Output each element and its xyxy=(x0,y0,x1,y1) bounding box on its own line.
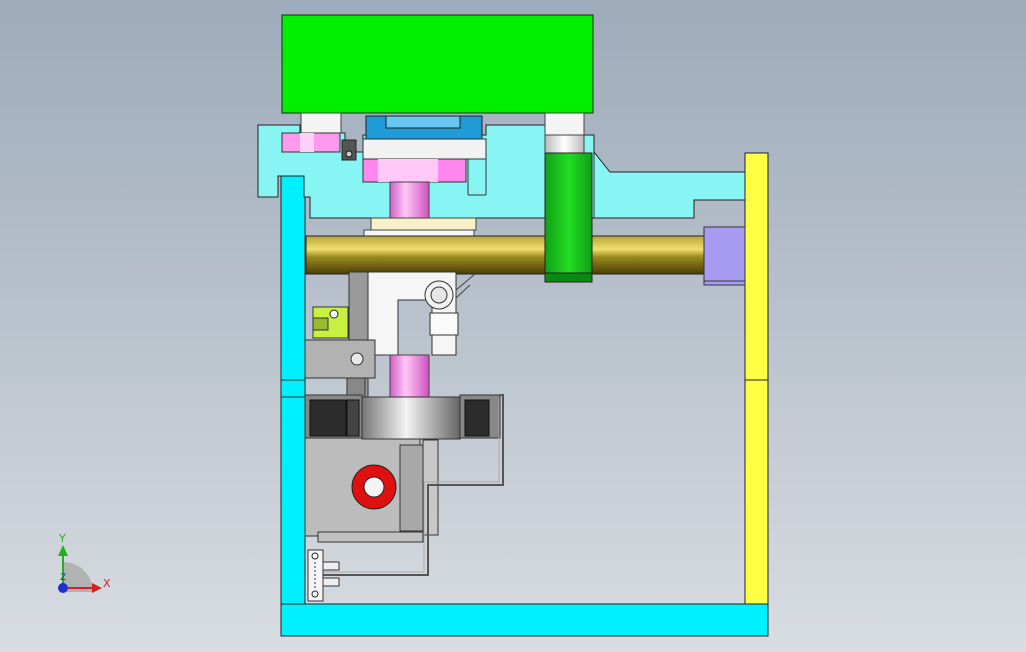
sensor-cut xyxy=(312,317,329,331)
clamp-inner xyxy=(385,115,461,129)
right-rail-lower xyxy=(744,379,769,605)
axis-x-label: X xyxy=(103,577,111,590)
top-green-block[interactable] xyxy=(281,14,594,114)
tan-guide xyxy=(370,217,477,231)
assembly-drawing[interactable] xyxy=(0,0,1026,652)
green-column-base xyxy=(544,272,593,283)
connector-tab-2 xyxy=(322,577,340,587)
spring-line xyxy=(455,273,476,291)
small-screw-head xyxy=(345,150,353,158)
right-spacer-band xyxy=(544,134,585,154)
axis-y-label: Y xyxy=(59,532,66,545)
red-ring-hole xyxy=(363,476,385,498)
motor-foot xyxy=(317,531,424,543)
roller-mid-window xyxy=(346,399,360,437)
connector-hole-top xyxy=(311,552,319,560)
mount-pin xyxy=(350,352,364,366)
bolt-inner xyxy=(430,286,448,304)
sensor-screw xyxy=(329,309,339,319)
connector-tab xyxy=(322,561,340,571)
tan-guide-lower xyxy=(363,229,475,237)
lower-piston xyxy=(389,354,430,398)
shaft-end-block[interactable] xyxy=(703,226,746,286)
main-shaft[interactable] xyxy=(305,235,705,275)
x-axis-arrow xyxy=(92,583,102,593)
pink-collar-highlight xyxy=(378,159,438,182)
green-column[interactable] xyxy=(544,152,593,274)
motor-side-plate xyxy=(399,444,424,532)
slide-rect xyxy=(429,312,459,336)
cad-viewport[interactable]: Y X Z xyxy=(0,0,1026,652)
axis-z-label: Z xyxy=(60,573,67,583)
connector-hole-bottom xyxy=(311,590,319,598)
spring-line-2 xyxy=(455,284,471,299)
right-spacer xyxy=(544,112,585,136)
right-rail-upper xyxy=(744,152,769,381)
roller-right-window xyxy=(464,399,490,437)
axis-triad xyxy=(58,545,102,593)
left-spacer xyxy=(300,112,342,134)
frame-base xyxy=(280,603,769,637)
cylinder-head-white xyxy=(362,138,487,160)
gray-mount xyxy=(304,339,376,379)
roller-left-window xyxy=(309,399,347,437)
frame-left-post xyxy=(280,152,306,606)
z-axis-dot xyxy=(58,583,68,593)
motor-bracket-right xyxy=(422,439,439,536)
y-axis-arrow xyxy=(58,545,68,556)
left-bushing-highlight xyxy=(300,133,314,152)
roller-drum[interactable] xyxy=(361,396,461,440)
